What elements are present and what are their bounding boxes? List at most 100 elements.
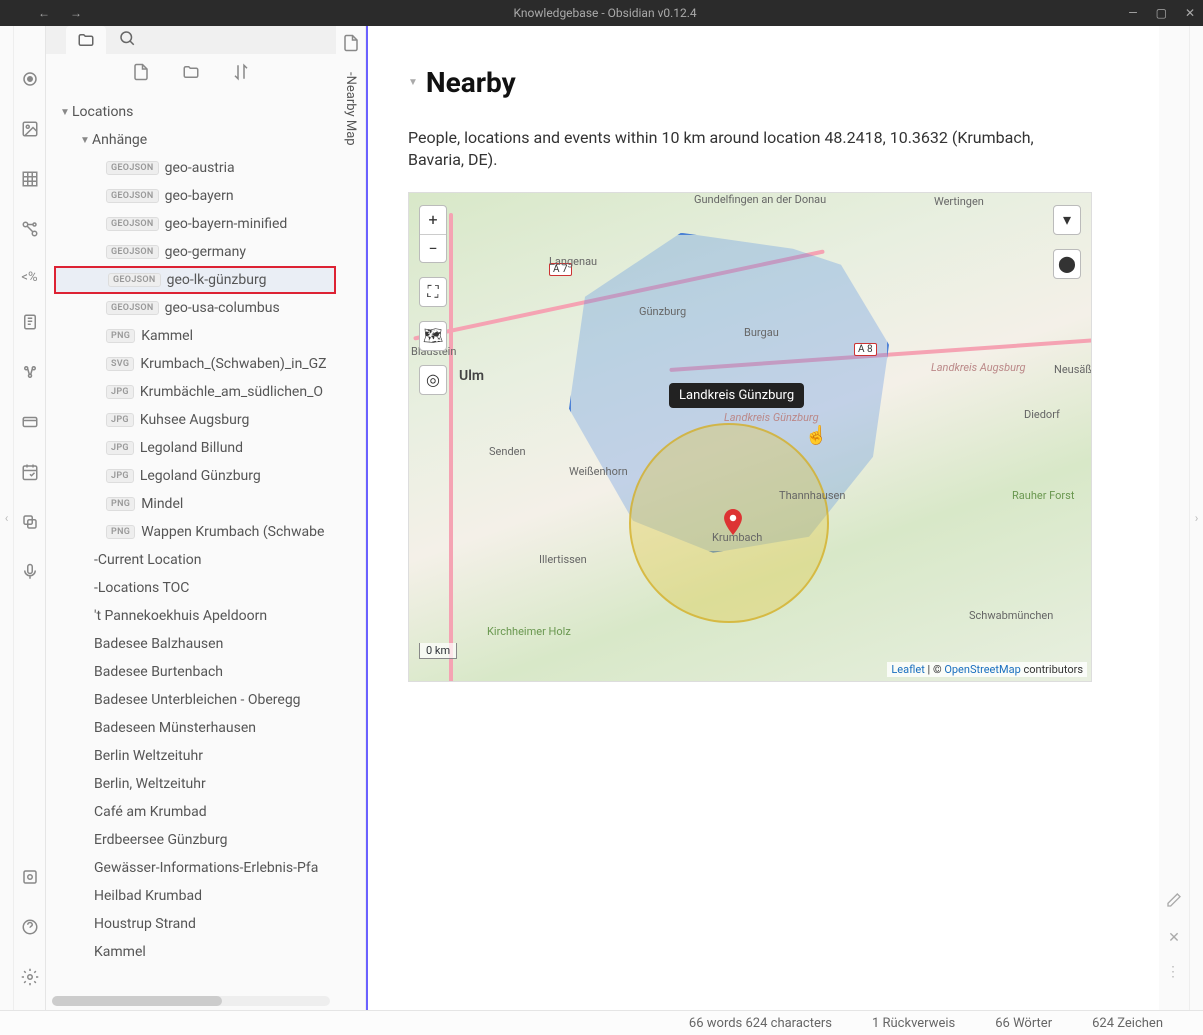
city-kirchheim: Kirchheimer Holz <box>487 625 571 638</box>
city-schwabmunchen: Schwabmünchen <box>969 609 1053 622</box>
more-icon[interactable]: ⋮ <box>1166 964 1182 980</box>
status-words-chars: 66 words 624 characters <box>689 1016 832 1031</box>
edit-icon[interactable] <box>1166 892 1182 912</box>
nav-back-icon[interactable]: ← <box>38 6 50 20</box>
city-diedorf: Diedorf <box>1024 408 1060 421</box>
statusbar: 66 words 624 characters 1 Rückverweis 66… <box>0 1010 1203 1035</box>
tree-item[interactable]: ▼Locations <box>54 98 336 126</box>
search-tab[interactable] <box>118 29 136 51</box>
city-wertingen: Wertingen <box>934 195 984 208</box>
tree-item[interactable]: GEOJSONgeo-austria <box>54 154 336 182</box>
tree-item[interactable]: JPGKrumbächle_am_südlichen_O <box>54 378 336 406</box>
tree-item[interactable]: GEOJSONgeo-bayern-minified <box>54 210 336 238</box>
tree-item[interactable]: Badesee Unterbleichen - Oberegg <box>54 686 336 714</box>
tree-item[interactable]: PNGWappen Krumbach (Schwabe <box>54 518 336 546</box>
tree-item[interactable]: ▼Anhänge <box>54 126 336 154</box>
city-senden: Senden <box>489 445 526 458</box>
tree-item[interactable]: GEOJSONgeo-germany <box>54 238 336 266</box>
city-ulm: Ulm <box>459 368 484 384</box>
table-icon[interactable] <box>21 170 39 192</box>
workspace-icon[interactable] <box>21 363 39 385</box>
tree-item[interactable]: Gewässer-Informations-Erlebnis-Pfa <box>54 854 336 882</box>
collapse-right-handle[interactable]: › <box>1189 26 1203 1010</box>
doc-tab-strip: -Nearby Map <box>336 26 366 1010</box>
tree-item[interactable]: SVGKrumbach_(Schwaben)_in_GZ <box>54 350 336 378</box>
quick-switcher-icon[interactable] <box>21 70 39 92</box>
maximize-icon[interactable]: ▢ <box>1156 6 1167 20</box>
help-icon[interactable] <box>21 918 39 940</box>
fullscreen-button[interactable]: ⛶ <box>420 278 446 306</box>
tree-item[interactable]: 't Pannekoekhuis Apeldoorn <box>54 602 336 630</box>
document-icon[interactable] <box>342 34 360 72</box>
filter-button[interactable]: ▾ <box>1054 206 1080 234</box>
tree-item[interactable]: -Locations TOC <box>54 574 336 602</box>
sort-icon[interactable] <box>232 63 250 85</box>
tree-item[interactable]: PNGKammel <box>54 322 336 350</box>
vault-icon[interactable] <box>21 868 39 890</box>
tree-item[interactable]: Kammel <box>54 938 336 966</box>
nav-forward-icon[interactable]: → <box>70 6 82 20</box>
media-icon[interactable] <box>21 120 39 142</box>
editor-pane: ▼ Nearby People, locations and events wi… <box>366 26 1159 1010</box>
clipboard-icon[interactable] <box>21 313 39 335</box>
tree-item[interactable]: Berlin Weltzeituhr <box>54 742 336 770</box>
daily-note-icon[interactable] <box>21 463 39 485</box>
wallet-icon[interactable] <box>21 413 39 435</box>
tree-item[interactable]: GEOJSONgeo-usa-columbus <box>54 294 336 322</box>
tree-item[interactable]: JPGKuhsee Augsburg <box>54 406 336 434</box>
new-folder-icon[interactable] <box>182 63 200 85</box>
fold-icon[interactable]: ▼ <box>408 77 418 88</box>
template-icon[interactable]: <% <box>21 270 37 285</box>
city-gundelfingen: Gundelfingen an der Donau <box>694 193 826 206</box>
zoom-out-button[interactable]: − <box>420 234 446 262</box>
tree-item[interactable]: JPGLegoland Günzburg <box>54 462 336 490</box>
tree-item[interactable]: PNGMindel <box>54 490 336 518</box>
leaflet-map[interactable]: Landkreis Günzburg ☝ A 7 A 8 Ulm Günzbur… <box>408 192 1092 682</box>
marker-button[interactable]: ⬤ <box>1054 250 1080 278</box>
osm-link[interactable]: OpenStreetMap <box>944 663 1020 676</box>
mic-icon[interactable] <box>21 563 39 585</box>
explorer-tab[interactable] <box>66 26 106 54</box>
minimize-icon[interactable]: — <box>1128 6 1137 20</box>
tree-item[interactable]: Café am Krumbad <box>54 798 336 826</box>
collapse-left-handle[interactable]: ‹ <box>0 26 14 1010</box>
tree-item[interactable]: Erdbeersee Günzburg <box>54 826 336 854</box>
tree-item[interactable]: Badeseen Münsterhausen <box>54 714 336 742</box>
city-langenau: Langenau <box>549 255 597 268</box>
close-icon[interactable]: ✕ <box>1185 6 1195 20</box>
doc-tab-label[interactable]: -Nearby Map <box>343 72 358 146</box>
tree-item[interactable]: Berlin, Weltzeituhr <box>54 770 336 798</box>
status-words-de: 66 Wörter <box>995 1016 1052 1031</box>
tree-item[interactable]: Badesee Burtenbach <box>54 658 336 686</box>
city-thannhausen: Thannhausen <box>779 489 845 502</box>
city-rauherforst: Rauher Forst <box>1012 489 1074 502</box>
graph-icon[interactable] <box>21 220 39 242</box>
settings-icon[interactable] <box>21 968 39 990</box>
tree-item[interactable]: JPGLegoland Billund <box>54 434 336 462</box>
tree-item[interactable]: GEOJSONgeo-bayern <box>54 182 336 210</box>
city-krumbach: Krumbach <box>712 531 762 544</box>
tree-item[interactable]: Badesee Balzhausen <box>54 630 336 658</box>
tree-item[interactable]: -Current Location <box>54 546 336 574</box>
tree-item[interactable]: Houstrup Strand <box>54 910 336 938</box>
tree-item[interactable]: Heilbad Krumbad <box>54 882 336 910</box>
zoom-in-button[interactable]: + <box>420 206 446 234</box>
hand-cursor-icon: ☝ <box>805 425 827 446</box>
zoom-control: + − <box>419 205 447 263</box>
left-ribbon: <% <box>14 26 46 1010</box>
new-note-icon[interactable] <box>132 63 150 85</box>
file-explorer: ▼Locations▼AnhängeGEOJSONgeo-austriaGEOJ… <box>46 26 336 1010</box>
copy-icon[interactable] <box>21 513 39 535</box>
page-description: People, locations and events within 10 k… <box>408 127 1088 172</box>
layers-button[interactable]: 🗺 <box>420 322 446 350</box>
map-tooltip: Landkreis Günzburg <box>669 383 804 408</box>
close-pane-icon[interactable]: ✕ <box>1168 930 1180 946</box>
locate-button[interactable]: ◎ <box>420 366 446 394</box>
map-scale: 0 km <box>419 643 457 659</box>
tree-item-selected[interactable]: GEOJSONgeo-lk-günzburg <box>54 266 336 294</box>
horizontal-scrollbar[interactable] <box>52 996 330 1006</box>
right-gutter: ✕ ⋮ <box>1159 26 1189 1010</box>
status-backlink: 1 Rückverweis <box>872 1016 955 1031</box>
leaflet-link[interactable]: Leaflet <box>891 663 924 676</box>
city-neusass: Neusäß <box>1054 363 1092 376</box>
